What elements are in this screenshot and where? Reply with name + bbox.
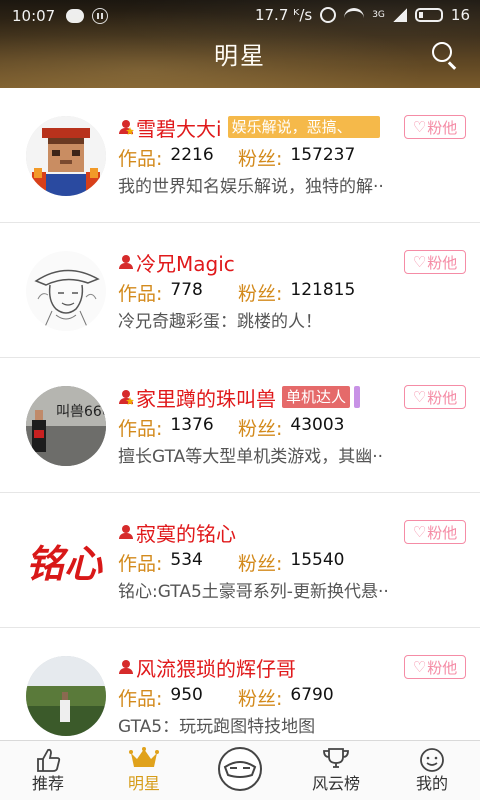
works-count: 950 — [170, 685, 203, 705]
game-mask-icon — [216, 745, 264, 797]
fans-count: 15540 — [290, 550, 345, 570]
avatar[interactable] — [26, 656, 106, 736]
heart-icon: ♡ — [412, 522, 427, 541]
star-user-icon — [118, 119, 134, 135]
works-count: 534 — [170, 550, 203, 570]
alarm-icon — [320, 7, 337, 23]
star-tag: 娱乐解说，恶搞、 — [227, 116, 380, 138]
star-description: 铭心:GTA5土豪哥系列-更新换代悬·· — [118, 582, 389, 602]
star-tag: 单机达人 — [282, 386, 351, 408]
user-icon — [118, 524, 134, 540]
status-time: 10:07 — [12, 7, 56, 25]
list-item[interactable]: 叫兽666 家里蹲的珠叫兽 单机达人 ♡ 粉他 作品: 1376 粉丝: 430… — [0, 358, 480, 493]
wifi-icon — [344, 8, 365, 22]
heart-icon: ♡ — [412, 657, 427, 676]
fans-label: 粉丝: — [238, 148, 283, 170]
tab-mine[interactable]: 我的 — [384, 741, 480, 800]
fans-label: 粉丝: — [238, 688, 283, 710]
battery-level: 16 — [450, 6, 470, 24]
cell-signal-icon — [392, 8, 407, 22]
media-pause-icon — [92, 8, 108, 24]
fans-count: 43003 — [290, 415, 345, 435]
battery-icon — [414, 8, 443, 22]
network-speed: 17.7 ᴷ/s — [254, 6, 313, 24]
list-item[interactable]: 风流猥琐的辉仔哥 ♡ 粉他 作品: 950 粉丝: 6790 GTA5：玩玩跑图… — [0, 628, 480, 740]
heart-icon: ♡ — [412, 252, 427, 271]
avatar[interactable]: 叫兽666 — [26, 386, 106, 466]
fans-label: 粉丝: — [238, 418, 283, 440]
works-label: 作品: — [118, 148, 163, 170]
star-name[interactable]: 雪碧大大i — [136, 113, 222, 142]
follow-button[interactable]: ♡ 粉他 — [404, 520, 466, 544]
heart-icon: ♡ — [412, 117, 427, 136]
fans-count: 121815 — [290, 280, 356, 300]
bottom-tab-bar: 推荐 明星 风云榜 我的 — [0, 740, 480, 800]
list-item[interactable]: 雪碧大大i 娱乐解说，恶搞、 ♡ 粉他 作品: 2216 粉丝: 157237 … — [0, 88, 480, 223]
star-name[interactable]: 家里蹲的珠叫兽 — [136, 383, 276, 412]
fans-label: 粉丝: — [238, 553, 283, 575]
star-description: 冷兄奇趣彩蛋：跳楼的人！ — [118, 312, 322, 332]
list-item[interactable]: 冷兄Magic ♡ 粉他 作品: 778 粉丝: 121815 冷兄奇趣彩蛋：跳… — [0, 223, 480, 358]
star-list[interactable]: 雪碧大大i 娱乐解说，恶搞、 ♡ 粉他 作品: 2216 粉丝: 157237 … — [0, 88, 480, 740]
chat-notification-icon — [66, 9, 84, 23]
user-icon — [118, 659, 134, 675]
tab-stars[interactable]: 明星 — [96, 741, 192, 800]
follow-button[interactable]: ♡ 粉他 — [404, 115, 466, 139]
follow-button[interactable]: ♡ 粉他 — [404, 385, 466, 409]
works-count: 2216 — [170, 145, 214, 165]
star-description: 擅长GTA等大型单机类游戏，其幽·· — [118, 447, 384, 467]
works-label: 作品: — [118, 553, 163, 575]
star-description: 我的世界知名娱乐解说，独特的解·· — [118, 177, 384, 197]
app-header: 10:07 17.7 ᴷ/s 3G 16 明星 — [0, 0, 480, 88]
tab-recommend[interactable]: 推荐 — [0, 741, 96, 800]
wall-sign-text: 叫兽666 — [56, 404, 106, 420]
fans-count: 157237 — [290, 145, 356, 165]
fans-label: 粉丝: — [238, 283, 283, 305]
avatar[interactable] — [26, 116, 106, 196]
search-button[interactable] — [430, 40, 460, 70]
star-description: GTA5：玩玩跑图特技地图 — [118, 717, 316, 737]
follow-button[interactable]: ♡ 粉他 — [404, 655, 466, 679]
search-icon — [432, 42, 452, 62]
list-item[interactable]: 铭心 寂寞的铭心 ♡ 粉他 作品: 534 粉丝: 15540 铭心:GTA5土… — [0, 493, 480, 628]
star-name[interactable]: 风流猥琐的辉仔哥 — [136, 653, 296, 682]
follow-button[interactable]: ♡ 粉他 — [404, 250, 466, 274]
works-count: 1376 — [170, 415, 214, 435]
avatar[interactable] — [26, 251, 106, 331]
tab-center[interactable] — [192, 741, 288, 800]
avatar[interactable]: 铭心 — [26, 521, 106, 601]
star-name[interactable]: 冷兄Magic — [136, 248, 235, 277]
works-label: 作品: — [118, 418, 163, 440]
signal-type: 3G — [372, 10, 385, 20]
star-user-icon — [118, 389, 134, 405]
tab-ranking[interactable]: 风云榜 — [288, 741, 384, 800]
fans-count: 6790 — [290, 685, 334, 705]
status-bar: 10:07 17.7 ᴷ/s 3G 16 — [0, 0, 480, 32]
works-count: 778 — [170, 280, 203, 300]
calligraphy-text: 铭心 — [26, 541, 103, 586]
works-label: 作品: — [118, 283, 163, 305]
user-icon — [118, 254, 134, 270]
star-name[interactable]: 寂寞的铭心 — [136, 518, 236, 547]
works-label: 作品: — [118, 688, 163, 710]
page-title: 明星 — [214, 42, 266, 70]
heart-icon: ♡ — [412, 387, 427, 406]
